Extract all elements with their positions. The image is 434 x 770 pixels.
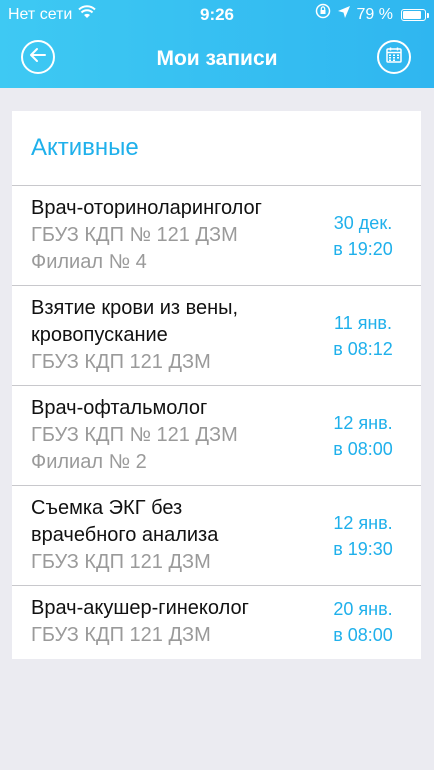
appointment-clinic: ГБУЗ КДП 121 ДЗМ <box>31 351 211 373</box>
section-title-active: Активные <box>12 111 421 186</box>
appointment-time: в 08:00 <box>333 438 393 459</box>
nav-bar: Мои записи <box>0 30 434 88</box>
status-bar: Нет сети 9:26 79 % <box>0 0 434 30</box>
appointment-clinic: ГБУЗ КДП 121 ДЗМ <box>31 624 211 646</box>
appointments-card: Активные Врач-оториноларинголог ГБУЗ КДП… <box>12 111 421 659</box>
appointment-title-line2: врачебного анализа <box>31 524 219 546</box>
appointment-clinic: ГБУЗ КДП № 121 ДЗМ <box>31 224 238 246</box>
page-title: Мои записи <box>156 47 278 70</box>
appointment-branch: Филиал № 2 <box>31 451 147 473</box>
rotation-lock-icon <box>315 0 331 30</box>
battery-percent: 79 % <box>356 6 393 23</box>
appointment-date: 20 янв. <box>333 599 393 619</box>
battery-icon <box>401 9 429 21</box>
appointment-title: Врач-акушер-гинеколог <box>31 597 249 619</box>
calendar-button[interactable] <box>377 40 411 74</box>
appointment-date: 11 янв. <box>334 312 392 333</box>
appointment-clinic: ГБУЗ КДП 121 ДЗМ <box>31 551 211 573</box>
calendar-icon <box>385 46 403 69</box>
appointment-row[interactable]: Взятие крови из вены, кровопускание ГБУЗ… <box>12 286 421 386</box>
appointment-row[interactable]: Врач-акушер-гинеколог ГБУЗ КДП 121 ДЗМ 2… <box>12 586 421 658</box>
appointment-title-line1: Съемка ЭКГ без <box>31 497 183 519</box>
appointment-clinic: ГБУЗ КДП № 121 ДЗМ <box>31 424 238 446</box>
appointment-title: Врач-офтальмолог <box>31 397 208 419</box>
appointment-title-line2: кровопускание <box>31 324 168 346</box>
appointment-title: Врач-оториноларинголог <box>31 197 262 219</box>
appointment-date: 30 дек. <box>333 212 393 233</box>
appointment-time: в 19:20 <box>333 238 393 259</box>
appointment-date: 12 янв. <box>333 412 393 433</box>
appointment-branch: Филиал № 4 <box>31 251 147 273</box>
appointment-date: 12 янв. <box>333 512 393 533</box>
appointment-row[interactable]: Врач-офтальмолог ГБУЗ КДП № 121 ДЗМ Фили… <box>12 386 421 486</box>
appointment-title-line1: Взятие крови из вены, <box>31 297 239 319</box>
appointment-time: в 19:30 <box>333 538 393 559</box>
appointment-row[interactable]: Врач-оториноларинголог ГБУЗ КДП № 121 ДЗ… <box>12 186 421 286</box>
appointment-row[interactable]: Съемка ЭКГ без врачебного анализа ГБУЗ К… <box>12 486 421 586</box>
top-bar: Нет сети 9:26 79 % Мои записи <box>0 0 434 88</box>
appointment-time: в 08:12 <box>333 338 393 359</box>
location-arrow-icon <box>337 0 351 30</box>
appointment-time: в 08:00 <box>333 625 393 645</box>
